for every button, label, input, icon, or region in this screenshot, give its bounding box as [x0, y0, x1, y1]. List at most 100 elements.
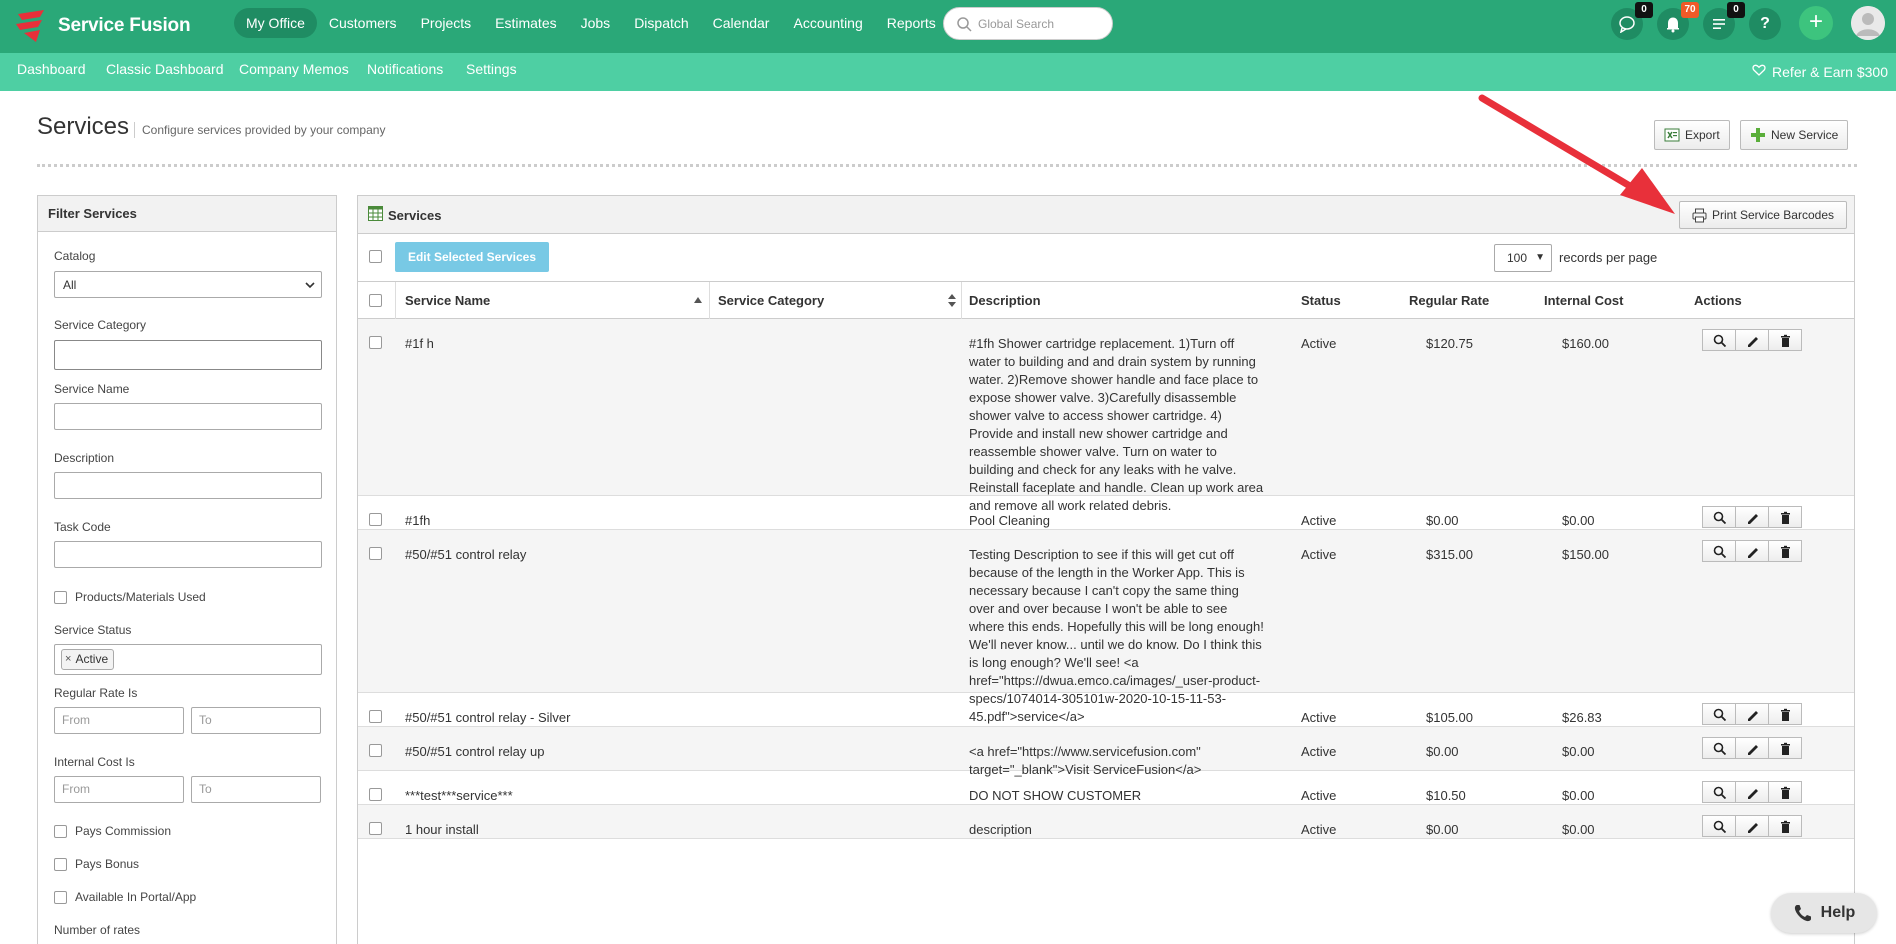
status-cell: Active: [1301, 744, 1337, 759]
table-row[interactable]: #50/#51 control relay - Silver Active $105…: [358, 693, 1854, 727]
search-icon: [1713, 820, 1726, 833]
search-icon: [957, 17, 972, 32]
table-row[interactable]: #1fh Pool Cleaning Active $0.00 $0.00: [358, 496, 1854, 530]
edit-button[interactable]: [1735, 703, 1769, 725]
global-search-input[interactable]: [978, 14, 1103, 34]
records-per-page-select[interactable]: 100 ▼: [1494, 244, 1552, 272]
new-service-button[interactable]: New Service: [1740, 120, 1849, 150]
delete-button[interactable]: [1768, 506, 1802, 528]
nav-accounting[interactable]: Accounting: [781, 8, 874, 38]
products-used-checkbox[interactable]: Products/Materials Used: [54, 590, 206, 604]
col-service-name[interactable]: Service Name: [405, 282, 490, 319]
table-row[interactable]: #50/#51 control relay Testing Description…: [358, 530, 1854, 724]
available-portal-checkbox[interactable]: Available In Portal/App: [54, 890, 196, 904]
col-service-category[interactable]: Service Category: [718, 282, 824, 319]
row-checkbox[interactable]: [369, 547, 382, 560]
delete-button[interactable]: [1768, 329, 1802, 351]
sort-both-icon[interactable]: [948, 294, 956, 307]
print-service-barcodes-button[interactable]: Print Service Barcodes: [1678, 201, 1847, 229]
nav-customers[interactable]: Customers: [317, 8, 409, 38]
service-category-input[interactable]: [54, 340, 322, 370]
catalog-select[interactable]: All: [54, 271, 322, 298]
checkbox[interactable]: [54, 857, 67, 871]
select-all-checkbox[interactable]: [369, 294, 382, 307]
regular-rate-from-input[interactable]: From: [54, 707, 184, 734]
delete-button[interactable]: [1768, 737, 1802, 759]
row-checkbox[interactable]: [369, 822, 382, 835]
help-button[interactable]: Help: [1771, 893, 1877, 933]
edit-button[interactable]: [1735, 329, 1769, 351]
service-name-cell: #1fh: [405, 513, 431, 528]
user-avatar[interactable]: [1851, 6, 1885, 40]
nav-projects[interactable]: Projects: [409, 8, 484, 38]
subnav-dashboard[interactable]: Dashboard: [17, 53, 86, 91]
nav-reports[interactable]: Reports: [875, 8, 948, 38]
refer-earn-link[interactable]: Refer & Earn $300: [1752, 53, 1888, 91]
app-logo[interactable]: Service Fusion: [14, 8, 191, 44]
service-fusion-logo-icon: [16, 10, 44, 42]
service-name-input[interactable]: [54, 403, 322, 430]
remove-tag-icon[interactable]: ×: [65, 650, 71, 669]
edit-button[interactable]: [1735, 815, 1769, 837]
subnav-notifications[interactable]: Notifications: [367, 53, 443, 91]
pays-bonus-checkbox[interactable]: Pays Bonus: [54, 857, 139, 871]
subnav-company-memos[interactable]: Company Memos: [239, 53, 349, 91]
row-checkbox[interactable]: [369, 513, 382, 526]
row-checkbox[interactable]: [369, 788, 382, 801]
view-button[interactable]: [1702, 815, 1736, 837]
regular-rate-cell: $10.50: [1426, 788, 1466, 803]
checkbox[interactable]: [54, 890, 67, 904]
nav-my-office[interactable]: My Office: [234, 8, 317, 38]
view-button[interactable]: [1702, 703, 1736, 725]
search-icon: [1713, 786, 1726, 799]
pays-commission-checkbox[interactable]: Pays Commission: [54, 824, 171, 838]
global-search[interactable]: [943, 7, 1113, 40]
sort-asc-icon[interactable]: [694, 297, 702, 303]
nav-calendar[interactable]: Calendar: [701, 8, 782, 38]
checkbox[interactable]: [54, 590, 67, 604]
quick-add-button[interactable]: +: [1799, 6, 1833, 40]
regular-rate-to-input[interactable]: To: [191, 707, 321, 734]
nav-estimates[interactable]: Estimates: [483, 8, 568, 38]
task-code-input[interactable]: [54, 541, 322, 568]
table-row[interactable]: #50/#51 control relay up <a href="https:/…: [358, 727, 1854, 777]
subnav-settings[interactable]: Settings: [466, 53, 517, 91]
row-checkbox[interactable]: [369, 710, 382, 723]
view-button[interactable]: [1702, 781, 1736, 803]
help-center-button[interactable]: ?: [1749, 8, 1781, 40]
service-status-select[interactable]: × Active: [54, 644, 322, 675]
nav-jobs[interactable]: Jobs: [569, 8, 623, 38]
tasks-button[interactable]: 0: [1703, 2, 1745, 40]
table-row[interactable]: #1f h #1fh Shower cartridge replacement. …: [358, 319, 1854, 513]
service-name-cell: #50/#51 control relay up: [405, 744, 545, 759]
delete-button[interactable]: [1768, 781, 1802, 803]
view-button[interactable]: [1702, 329, 1736, 351]
delete-button[interactable]: [1768, 703, 1802, 725]
checkbox[interactable]: [54, 824, 67, 838]
view-button[interactable]: [1702, 737, 1736, 759]
edit-selected-services-button[interactable]: Edit Selected Services: [395, 242, 549, 272]
nav-dispatch[interactable]: Dispatch: [622, 8, 700, 38]
internal-cost-to-input[interactable]: To: [191, 776, 321, 803]
status-cell: Active: [1301, 822, 1337, 837]
subnav-classic-dashboard[interactable]: Classic Dashboard: [106, 53, 224, 91]
description-input[interactable]: [54, 472, 322, 499]
edit-button[interactable]: [1735, 781, 1769, 803]
regular-rate-label: Regular Rate Is: [54, 686, 138, 700]
table-row[interactable]: ***test***service*** DO NOT SHOW CUSTOMER…: [358, 771, 1854, 805]
row-checkbox[interactable]: [369, 336, 382, 349]
delete-button[interactable]: [1768, 540, 1802, 562]
delete-button[interactable]: [1768, 815, 1802, 837]
view-button[interactable]: [1702, 540, 1736, 562]
status-tag: × Active: [61, 649, 115, 670]
select-all-top-checkbox[interactable]: [369, 250, 382, 263]
view-button[interactable]: [1702, 506, 1736, 528]
internal-cost-from-input[interactable]: From: [54, 776, 184, 803]
row-checkbox[interactable]: [369, 744, 382, 757]
edit-button[interactable]: [1735, 540, 1769, 562]
chat-button[interactable]: 0: [1611, 2, 1653, 40]
edit-button[interactable]: [1735, 737, 1769, 759]
table-row[interactable]: 1 hour install description Active $0.00 $0.0…: [358, 805, 1854, 839]
notifications-button[interactable]: 70: [1657, 2, 1699, 40]
edit-button[interactable]: [1735, 506, 1769, 528]
